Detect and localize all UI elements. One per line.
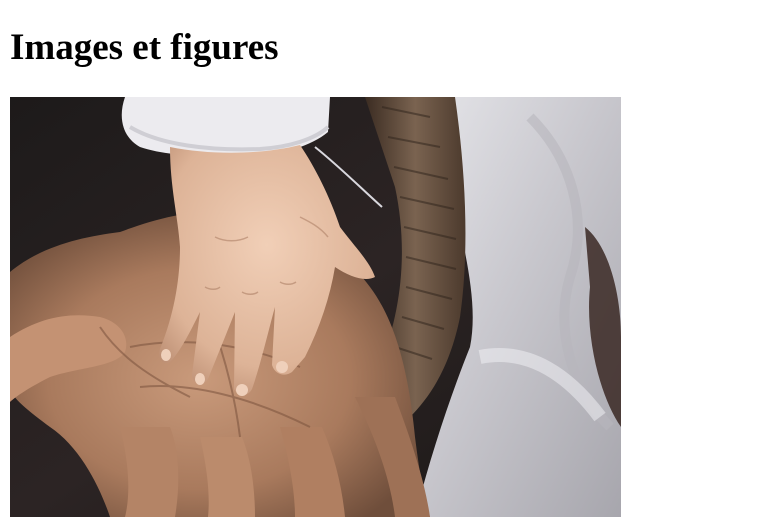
photo-figure: [10, 97, 621, 517]
baby-hand-on-adult-palm-photo: [10, 97, 621, 517]
page-title: Images et figures: [10, 27, 279, 68]
